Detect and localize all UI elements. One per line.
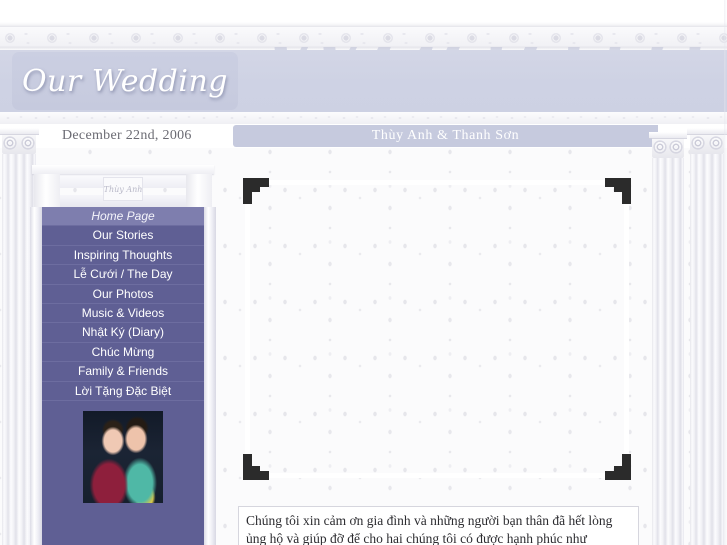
wedding-date: December 22nd, 2006 xyxy=(62,128,192,143)
column-capital-icon xyxy=(687,128,727,154)
corner-bracket-top-right-icon xyxy=(605,178,631,204)
column-capital-icon xyxy=(0,128,39,154)
volute-icon xyxy=(3,136,17,150)
corner-bracket-bottom-right-icon xyxy=(605,454,631,480)
column-abacus xyxy=(649,132,687,138)
couple-names-text: Thùy Anh & Thanh Sơn xyxy=(371,128,520,143)
sidebar-script-plaque: Thùy Anh xyxy=(103,177,143,201)
column-capital-icon xyxy=(649,132,687,158)
sidebar-item-family-and-friends[interactable]: Family & Friends xyxy=(42,362,204,382)
welcome-text-box: Chúng tôi xin cảm ơn gia đình và những n… xyxy=(238,506,639,545)
sidebar-item-our-photos[interactable]: Our Photos xyxy=(42,284,204,304)
column-shaft xyxy=(690,154,724,545)
volute-icon xyxy=(709,136,723,150)
lower-frieze xyxy=(0,112,727,124)
corner-bracket-bottom-left-icon xyxy=(243,454,269,480)
sidebar-item-le-cuoi-the-day[interactable]: Lễ Cưới / The Day xyxy=(42,265,204,285)
main-navigation-menu: Home Page Our Stories Inspiring Thoughts… xyxy=(42,207,204,401)
volute-icon xyxy=(21,136,35,150)
couple-portrait-photo xyxy=(83,411,163,503)
sidebar-plaque-text: Thùy Anh xyxy=(103,184,143,194)
sidebar-post-left xyxy=(30,207,42,545)
column-abacus xyxy=(0,128,39,134)
content-frame-inner-border xyxy=(245,180,629,478)
column-abacus xyxy=(687,128,727,134)
sidebar-item-chuc-mung[interactable]: Chúc Mừng xyxy=(42,342,204,363)
corner-bracket-top-left-icon xyxy=(243,178,269,204)
sidebar-item-home-page[interactable]: Home Page xyxy=(42,207,204,227)
volute-icon xyxy=(691,136,705,150)
sidebar-item-inspiring-thoughts[interactable]: Inspiring Thoughts xyxy=(42,245,204,266)
crown-molding-frieze xyxy=(0,27,727,47)
column-shaft xyxy=(652,158,684,545)
sidebar-item-nhat-ky-diary[interactable]: Nhật Ký (Diary) xyxy=(42,323,204,343)
sidebar: Thùy Anh Home Page Our Stories Inspiring… xyxy=(30,165,216,545)
sidebar-architectural-header: Thùy Anh xyxy=(30,165,216,207)
volute-icon xyxy=(653,140,667,154)
sidebar-item-our-stories[interactable]: Our Stories xyxy=(42,226,204,246)
ionic-column-right-outer xyxy=(687,128,727,545)
welcome-paragraph: Chúng tôi xin cảm ơn gia đình và những n… xyxy=(246,513,613,545)
sidebar-post-right xyxy=(204,207,216,545)
volute-icon xyxy=(669,140,683,154)
sidebar-photo-container xyxy=(42,402,204,503)
site-logo-text: Our Wedding xyxy=(22,63,228,99)
page-root: Wedding Our Wedding December 22nd, 2006 … xyxy=(0,0,727,545)
top-white-band xyxy=(0,0,727,22)
sidebar-pedestal-left xyxy=(34,174,60,207)
sidebar-item-music-and-videos[interactable]: Music & Videos xyxy=(42,303,204,324)
sidebar-item-loi-tang-dac-biet[interactable]: Lời Tặng Đặc Biệt xyxy=(42,381,204,401)
couple-names-bar: Thùy Anh & Thanh Sơn xyxy=(233,125,658,147)
sidebar-pedestal-right xyxy=(186,174,212,207)
site-logo-plaque[interactable]: Our Wedding xyxy=(12,52,238,110)
main-content-frame xyxy=(233,168,641,490)
ionic-column-right-inner xyxy=(649,132,687,545)
sidebar-cornice xyxy=(32,165,214,174)
